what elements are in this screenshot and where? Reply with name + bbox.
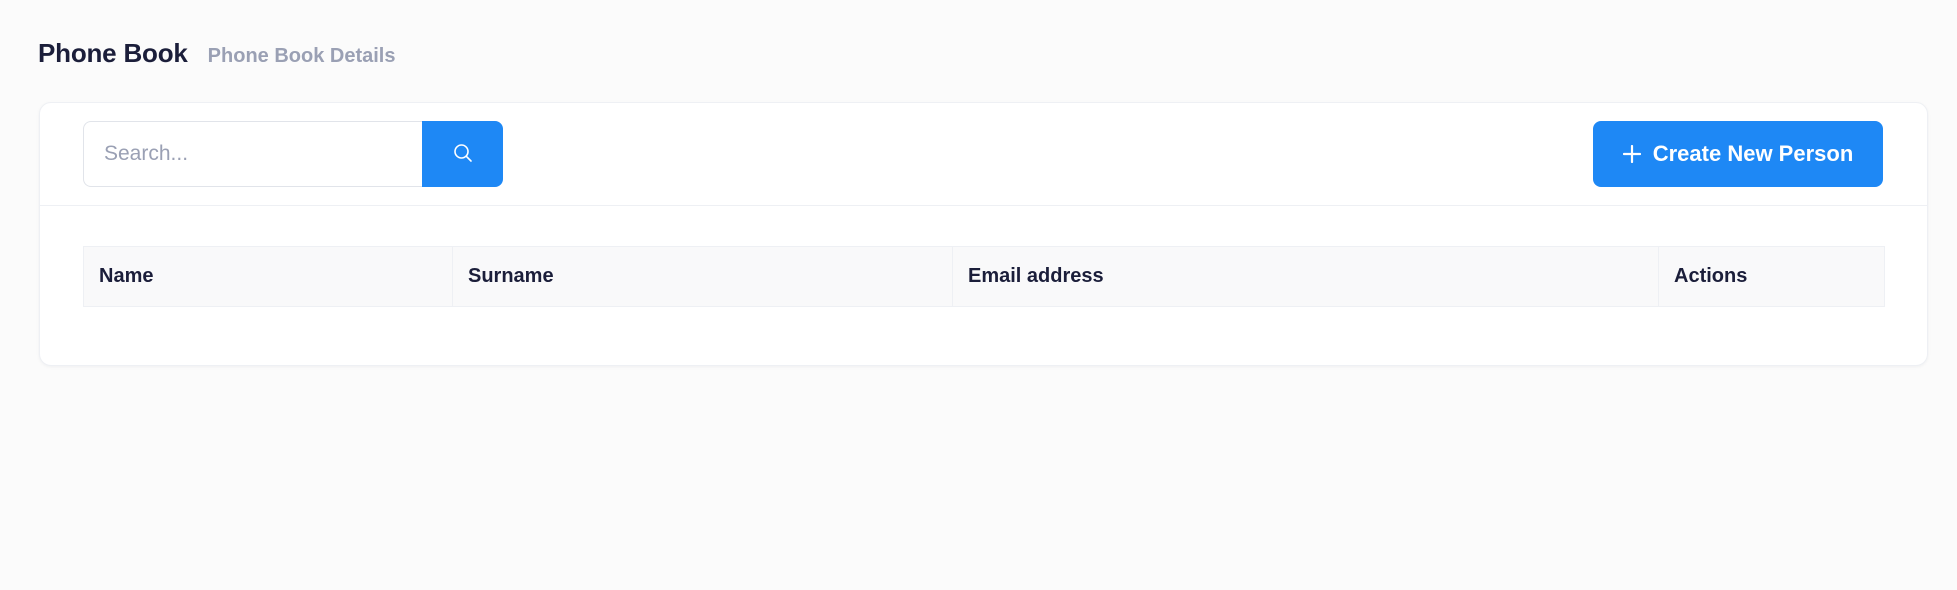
phone-book-card: Create New Person Name Surname Email add…: [39, 102, 1928, 366]
create-new-person-label: Create New Person: [1652, 141, 1854, 166]
search-input[interactable]: [83, 121, 422, 187]
page-title: Phone Book: [38, 38, 188, 68]
page-header: Phone Book Phone Book Details: [38, 38, 395, 69]
column-header-surname[interactable]: Surname: [452, 246, 953, 307]
column-header-email[interactable]: Email address: [952, 246, 1659, 307]
page-subtitle: Phone Book Details: [207, 45, 396, 67]
toolbar: Create New Person: [40, 103, 1927, 206]
create-new-person-button[interactable]: Create New Person: [1593, 121, 1883, 187]
column-header-actions: Actions: [1658, 246, 1885, 307]
plus-icon: [1622, 145, 1641, 163]
search-group: [83, 121, 503, 187]
table-header-row: Name Surname Email address Actions: [83, 246, 1885, 307]
search-button[interactable]: [422, 121, 503, 187]
column-header-name[interactable]: Name: [83, 246, 453, 307]
search-icon: [453, 143, 473, 166]
people-table: Name Surname Email address Actions: [83, 246, 1885, 307]
